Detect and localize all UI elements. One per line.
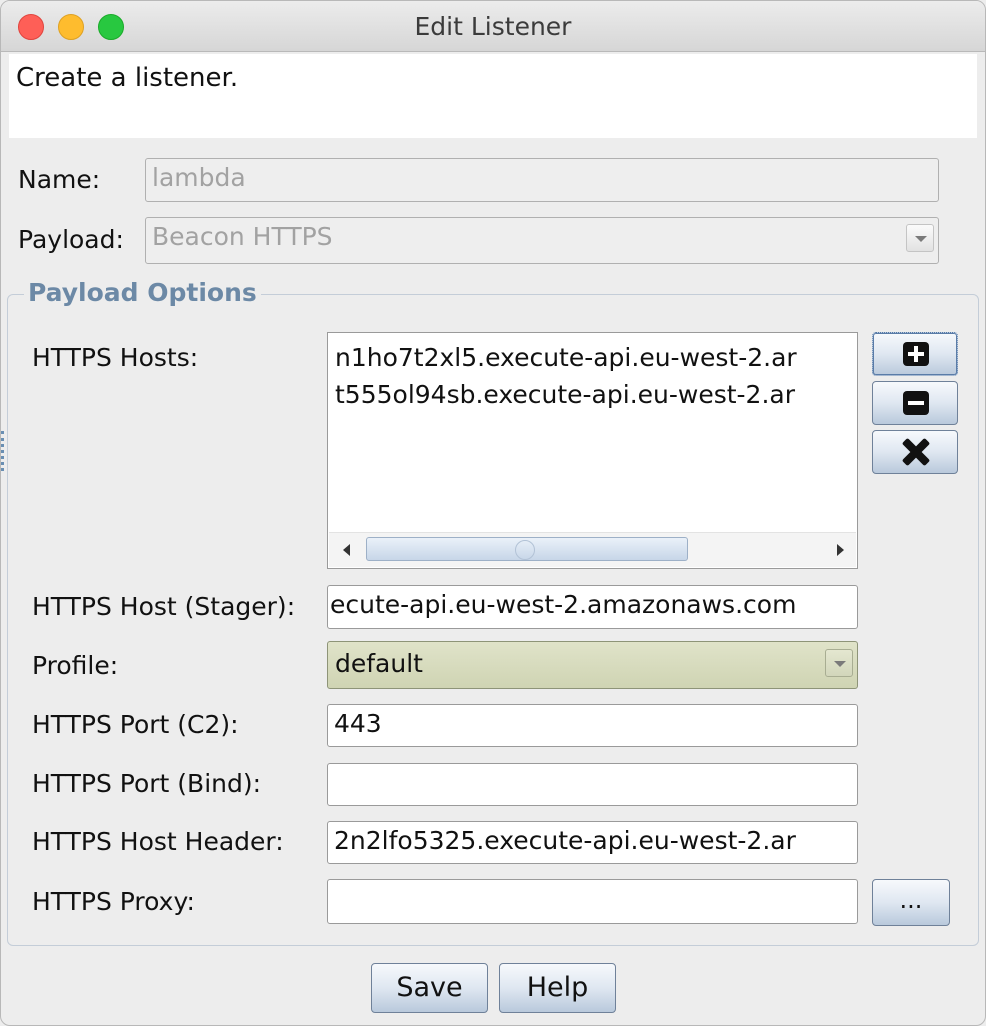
list-item[interactable]: n1ho7t2xl5.execute-api.eu-west-2.ar: [335, 343, 797, 372]
port-c2-field[interactable]: 443: [327, 704, 858, 747]
chevron-down-icon: [906, 224, 934, 252]
proxy-field[interactable]: [327, 879, 858, 924]
scroll-right-icon[interactable]: [837, 544, 844, 556]
plus-icon: [903, 342, 929, 366]
stager-host-field[interactable]: ecute-api.eu-west-2.amazonaws.com: [327, 585, 858, 629]
horizontal-scrollbar[interactable]: [329, 532, 856, 567]
profile-select-value: default: [335, 649, 423, 678]
scroll-left-icon[interactable]: [343, 544, 350, 556]
chevron-down-icon: [825, 649, 853, 677]
profile-label: Profile:: [32, 651, 119, 680]
https-hosts-list[interactable]: n1ho7t2xl5.execute-api.eu-west-2.ar t555…: [327, 332, 858, 569]
port-bind-field[interactable]: [327, 763, 858, 806]
list-item[interactable]: t555ol94sb.execute-api.eu-west-2.ar: [335, 380, 795, 409]
clear-hosts-button[interactable]: [872, 430, 958, 474]
x-icon: [901, 437, 931, 467]
payload-select-value: Beacon HTTPS: [152, 222, 333, 251]
window-title: Edit Listener: [414, 12, 572, 41]
proxy-label: HTTPS Proxy:: [32, 887, 195, 916]
save-button[interactable]: Save: [371, 963, 488, 1013]
payload-label: Payload:: [18, 225, 124, 254]
host-header-field[interactable]: 2n2lfo5325.execute-api.eu-west-2.ar: [327, 821, 858, 864]
proxy-browse-button[interactable]: ...: [872, 879, 950, 926]
description-panel: Create a listener.: [9, 54, 977, 138]
add-host-button[interactable]: [872, 332, 958, 376]
minus-icon: [903, 391, 929, 415]
scrollbar-thumb[interactable]: [366, 537, 688, 561]
remove-host-button[interactable]: [872, 381, 958, 425]
name-field[interactable]: lambda: [145, 158, 939, 202]
name-label: Name:: [18, 165, 101, 194]
profile-select[interactable]: default: [327, 641, 858, 689]
payload-options-title: Payload Options: [24, 278, 261, 307]
host-header-label: HTTPS Host Header:: [32, 827, 284, 856]
title-bar: Edit Listener: [1, 1, 985, 52]
grip-icon: [515, 540, 535, 560]
description-text: Create a listener.: [16, 63, 239, 93]
port-bind-label: HTTPS Port (Bind):: [32, 769, 262, 798]
edit-listener-window: Edit Listener Create a listener. Name: l…: [0, 0, 986, 1026]
focus-marker: [1, 431, 7, 471]
stager-host-label: HTTPS Host (Stager):: [32, 592, 296, 621]
payload-select[interactable]: Beacon HTTPS: [145, 217, 939, 264]
https-hosts-label: HTTPS Hosts:: [32, 343, 199, 372]
port-c2-label: HTTPS Port (C2):: [32, 710, 239, 739]
help-button[interactable]: Help: [499, 963, 616, 1013]
